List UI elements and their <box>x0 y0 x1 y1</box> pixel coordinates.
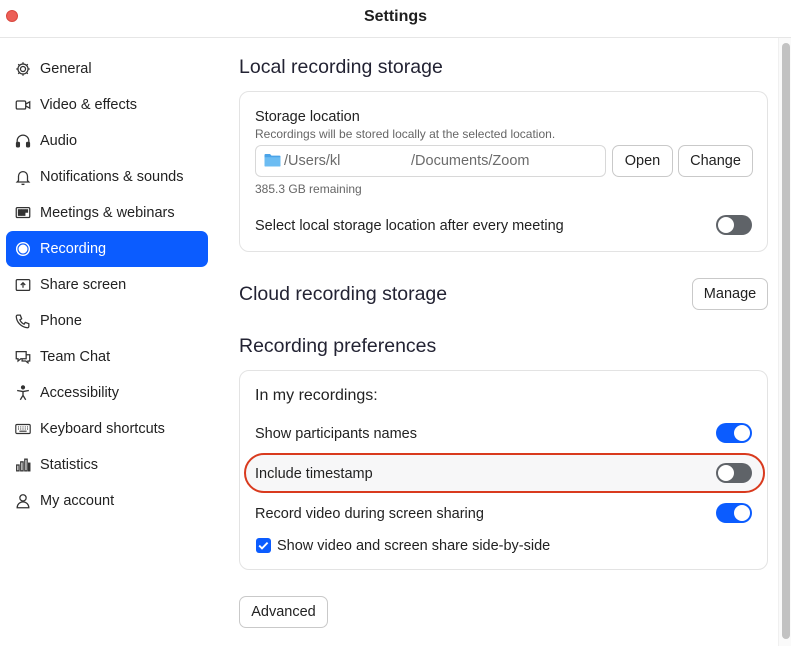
sidebar-item-label: General <box>40 61 92 77</box>
sidebar-item-label: Share screen <box>40 277 127 293</box>
local-storage-card: Storage location Recordings will be stor… <box>239 91 768 252</box>
side-by-side-checkbox[interactable] <box>256 538 271 553</box>
gear-icon <box>13 59 33 79</box>
sidebar-item-label: Keyboard shortcuts <box>40 421 165 437</box>
video-camera-icon <box>13 95 33 115</box>
sidebar-item-notifications[interactable]: Notifications & sounds <box>6 159 208 195</box>
toggle-knob <box>718 465 734 481</box>
sidebar-item-label: Recording <box>40 241 107 257</box>
sidebar-item-my-account[interactable]: My account <box>6 483 208 519</box>
sidebar-item-label: Team Chat <box>40 349 111 365</box>
recording-preferences-heading: Recording preferences <box>239 335 437 357</box>
record-video-screen-sharing-label: Record video during screen sharing <box>255 506 484 522</box>
advanced-button[interactable]: Advanced <box>239 596 328 628</box>
chat-icon <box>13 347 33 367</box>
storage-path-end: /Documents/Zoom <box>411 153 530 169</box>
sidebar-item-general[interactable]: General <box>6 51 208 87</box>
sidebar-item-share-screen[interactable]: Share screen <box>6 267 208 303</box>
sidebar-item-team-chat[interactable]: Team Chat <box>6 339 208 375</box>
toggle-knob <box>734 505 750 521</box>
cloud-storage-heading: Cloud recording storage <box>239 283 448 305</box>
manage-cloud-storage-button[interactable]: Manage <box>692 278 768 310</box>
recording-preferences-card: In my recordings: Show participants name… <box>239 370 768 570</box>
sidebar-item-label: Statistics <box>40 457 99 473</box>
include-timestamp-label: Include timestamp <box>255 466 373 482</box>
sidebar-item-video-effects[interactable]: Video & effects <box>6 87 208 123</box>
storage-location-hint: Recordings will be stored locally at the… <box>255 127 556 141</box>
window-title: Settings <box>363 8 428 25</box>
statistics-icon <box>13 455 33 475</box>
headphones-icon <box>13 131 33 151</box>
checkmark-icon <box>258 541 269 550</box>
sidebar-item-keyboard-shortcuts[interactable]: Keyboard shortcuts <box>6 411 208 447</box>
sidebar-item-label: Phone <box>40 313 82 329</box>
scrollbar-thumb[interactable] <box>782 43 790 639</box>
open-folder-button[interactable]: Open <box>612 145 673 177</box>
phone-icon <box>13 311 33 331</box>
sidebar-item-meetings-webinars[interactable]: Meetings & webinars <box>6 195 208 231</box>
show-participant-names-toggle[interactable] <box>716 423 752 443</box>
user-icon <box>13 491 33 511</box>
storage-remaining: 385.3 GB remaining <box>255 182 362 196</box>
accessibility-icon <box>13 383 33 403</box>
include-timestamp-toggle[interactable] <box>716 463 752 483</box>
sidebar-item-accessibility[interactable]: Accessibility <box>6 375 208 411</box>
sidebar-item-label: My account <box>40 493 115 509</box>
show-participant-names-label: Show participants names <box>255 426 417 442</box>
sidebar-item-recording[interactable]: Recording <box>6 231 208 267</box>
select-location-each-meeting-label: Select local storage location after ever… <box>255 218 564 234</box>
record-icon <box>13 239 33 259</box>
in-my-recordings-heading: In my recordings: <box>255 387 378 404</box>
title-bar: Settings <box>0 0 791 38</box>
record-video-screen-sharing-toggle[interactable] <box>716 503 752 523</box>
toggle-knob <box>734 425 750 441</box>
change-location-button[interactable]: Change <box>678 145 753 177</box>
select-location-each-meeting-toggle[interactable] <box>716 215 752 235</box>
sidebar-item-label: Meetings & webinars <box>40 205 175 221</box>
storage-location-label: Storage location <box>255 109 360 125</box>
toggle-knob <box>718 217 734 233</box>
share-screen-icon <box>13 275 33 295</box>
sidebar-item-label: Video & effects <box>40 97 138 113</box>
sidebar-item-statistics[interactable]: Statistics <box>6 447 208 483</box>
storage-path-field[interactable]: /Users/kl /Documents/Zoom <box>255 145 606 177</box>
sidebar-item-label: Notifications & sounds <box>40 169 184 185</box>
keyboard-icon <box>13 419 33 439</box>
sidebar-item-audio[interactable]: Audio <box>6 123 208 159</box>
meetings-icon <box>13 203 33 223</box>
recording-settings-panel: Local recording storage Storage location… <box>220 38 778 646</box>
bell-icon <box>13 167 33 187</box>
sidebar-item-phone[interactable]: Phone <box>6 303 208 339</box>
sidebar-item-label: Accessibility <box>40 385 119 401</box>
local-storage-heading: Local recording storage <box>239 56 443 78</box>
sidebar-item-label: Audio <box>40 133 78 149</box>
side-by-side-label: Show video and screen share side-by-side <box>277 538 551 554</box>
settings-sidebar: General Video & effects Audio Notificati… <box>0 38 220 646</box>
scrollbar[interactable] <box>778 38 791 646</box>
storage-path-start: /Users/kl <box>284 153 341 169</box>
folder-icon <box>264 153 281 167</box>
